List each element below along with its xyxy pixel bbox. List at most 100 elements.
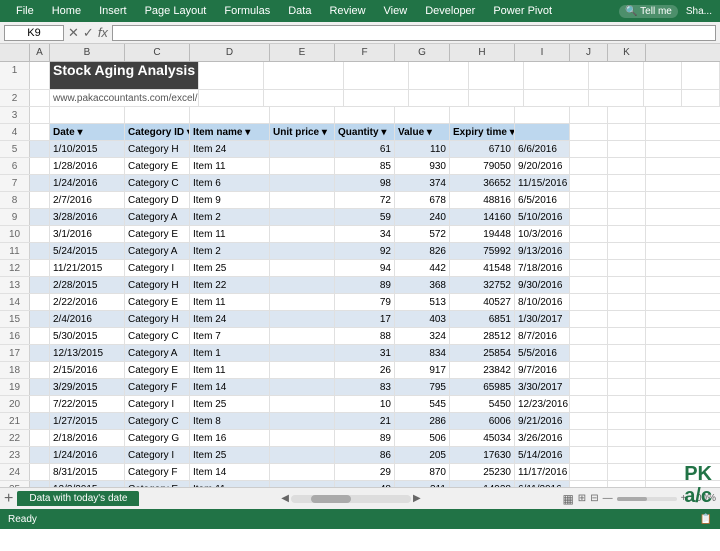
cell[interactable]: 6/11/2016	[515, 481, 570, 487]
cell[interactable]: 545	[395, 396, 450, 412]
cell[interactable]: Item 11	[190, 362, 270, 378]
cell[interactable]: 3/1/2016	[50, 226, 125, 242]
cell[interactable]	[608, 209, 646, 225]
cell[interactable]	[270, 294, 335, 310]
cell[interactable]: 5/5/2016	[515, 345, 570, 361]
cell[interactable]	[570, 464, 608, 480]
cell[interactable]: 26	[335, 362, 395, 378]
col-header-f[interactable]: F	[335, 44, 395, 61]
cell[interactable]	[30, 345, 50, 361]
cell[interactable]: 9/21/2016	[515, 413, 570, 429]
cell[interactable]	[270, 464, 335, 480]
cell[interactable]: Item 24	[190, 141, 270, 157]
cell[interactable]: Item 11	[190, 226, 270, 242]
cell[interactable]: 19448	[450, 226, 515, 242]
page-layout-icon[interactable]: ⊞	[578, 493, 586, 504]
cell[interactable]	[30, 107, 50, 123]
cell[interactable]: 45034	[450, 430, 515, 446]
cell[interactable]	[608, 260, 646, 276]
cell[interactable]: 678	[395, 192, 450, 208]
cell[interactable]: 9/7/2016	[515, 362, 570, 378]
cell[interactable]	[570, 209, 608, 225]
cell[interactable]	[270, 107, 335, 123]
menu-data[interactable]: Data	[280, 3, 319, 19]
confirm-icon[interactable]: ✓	[83, 25, 94, 41]
cell[interactable]: Category C	[125, 413, 190, 429]
cell[interactable]	[608, 362, 646, 378]
cell[interactable]: 7/18/2016	[515, 260, 570, 276]
cell[interactable]: 506	[395, 430, 450, 446]
cell[interactable]	[570, 226, 608, 242]
col-header-c[interactable]: C	[125, 44, 190, 61]
cell[interactable]	[608, 464, 646, 480]
cell[interactable]: www.pakaccountants.com/excel/	[50, 90, 199, 106]
menu-developer[interactable]: Developer	[417, 3, 483, 19]
cell[interactable]: 9/20/2016	[515, 158, 570, 174]
cell[interactable]: Item name ▾	[190, 124, 270, 140]
cell[interactable]	[30, 430, 50, 446]
cell[interactable]: Item 14	[190, 379, 270, 395]
cell[interactable]	[270, 141, 335, 157]
cell[interactable]	[409, 62, 469, 89]
cell[interactable]: 1/27/2015	[50, 413, 125, 429]
cell[interactable]: 7/22/2015	[50, 396, 125, 412]
col-header-e[interactable]: E	[270, 44, 335, 61]
cell[interactable]	[608, 396, 646, 412]
cell[interactable]	[30, 396, 50, 412]
menu-insert[interactable]: Insert	[91, 3, 135, 19]
menu-power-pivot[interactable]: Power Pivot	[485, 3, 560, 19]
cell[interactable]	[30, 158, 50, 174]
cell[interactable]: Category H	[125, 311, 190, 327]
cell[interactable]	[608, 141, 646, 157]
cell[interactable]	[270, 277, 335, 293]
cell[interactable]: 85	[335, 158, 395, 174]
cell[interactable]: 286	[395, 413, 450, 429]
cell[interactable]	[570, 243, 608, 259]
cell[interactable]: 14928	[450, 481, 515, 487]
cell[interactable]: 65985	[450, 379, 515, 395]
cell[interactable]: 324	[395, 328, 450, 344]
cell[interactable]	[570, 277, 608, 293]
cell[interactable]: Category C	[125, 328, 190, 344]
cell[interactable]: 2/7/2016	[50, 192, 125, 208]
cell[interactable]	[270, 362, 335, 378]
cell[interactable]: 6710	[450, 141, 515, 157]
cell[interactable]: 834	[395, 345, 450, 361]
cell[interactable]: 374	[395, 175, 450, 191]
cell[interactable]	[644, 90, 682, 106]
menu-view[interactable]: View	[376, 3, 416, 19]
cell[interactable]: 5/14/2016	[515, 447, 570, 463]
cell[interactable]: Item 9	[190, 192, 270, 208]
cell[interactable]	[524, 90, 589, 106]
col-header-i[interactable]: I	[515, 44, 570, 61]
cell[interactable]: Item 11	[190, 481, 270, 487]
cell[interactable]: 3/30/2017	[515, 379, 570, 395]
cell[interactable]	[30, 447, 50, 463]
cell[interactable]: Quantity ▾	[335, 124, 395, 140]
cell[interactable]: 110	[395, 141, 450, 157]
sheet-tab[interactable]: Data with today's date	[17, 491, 139, 506]
cell[interactable]: 94	[335, 260, 395, 276]
cell[interactable]: 9/13/2016	[515, 243, 570, 259]
cell[interactable]: Date ▾	[50, 124, 125, 140]
cell[interactable]	[30, 379, 50, 395]
cell[interactable]	[125, 107, 190, 123]
cell[interactable]: Category H	[125, 141, 190, 157]
cell[interactable]	[30, 209, 50, 225]
cell[interactable]: Category E	[125, 481, 190, 487]
cell[interactable]: 48816	[450, 192, 515, 208]
cell[interactable]: Category F	[125, 379, 190, 395]
cell[interactable]	[608, 277, 646, 293]
cell[interactable]: Item 7	[190, 328, 270, 344]
cell[interactable]: 9/30/2016	[515, 277, 570, 293]
cell[interactable]: 12/2/2015	[50, 481, 125, 487]
cell[interactable]	[270, 226, 335, 242]
cell[interactable]: 2/15/2016	[50, 362, 125, 378]
cell[interactable]: 442	[395, 260, 450, 276]
cell[interactable]: 14160	[450, 209, 515, 225]
cell[interactable]: 826	[395, 243, 450, 259]
cell[interactable]	[270, 243, 335, 259]
cell[interactable]: 311	[395, 481, 450, 487]
cell[interactable]	[682, 90, 720, 106]
cell-reference-box[interactable]	[4, 25, 64, 41]
